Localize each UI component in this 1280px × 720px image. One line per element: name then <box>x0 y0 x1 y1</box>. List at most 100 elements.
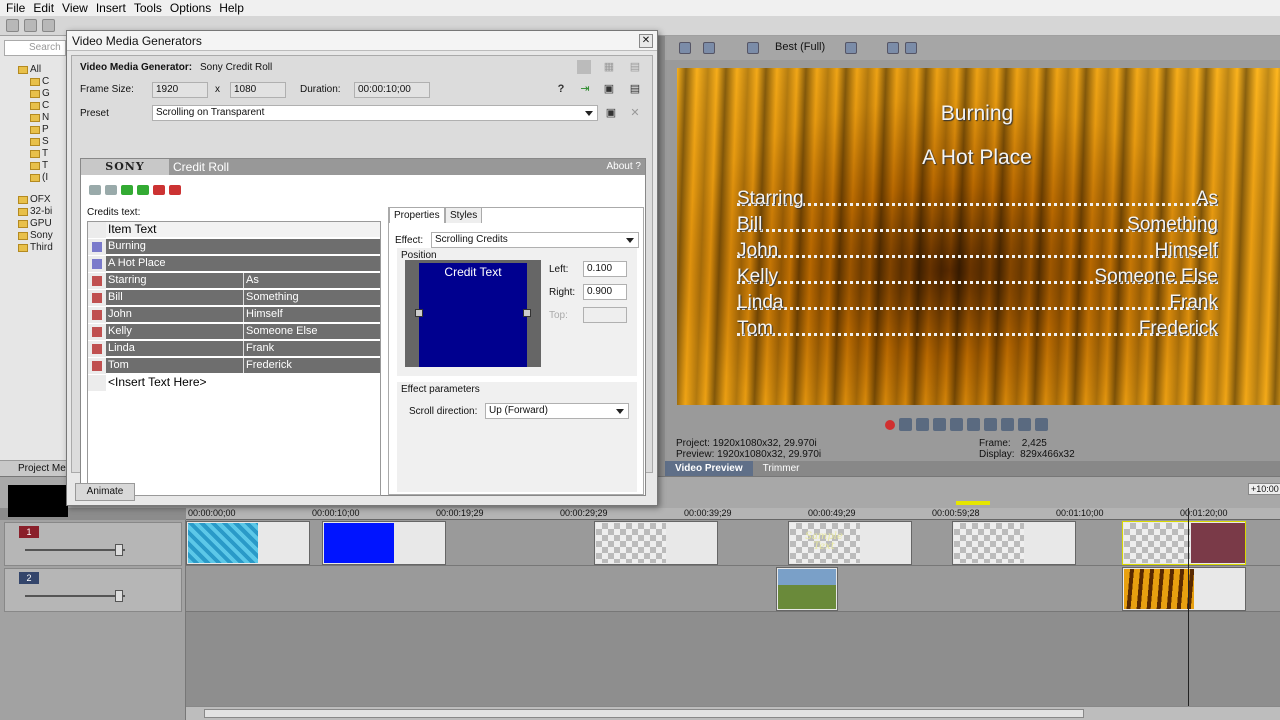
split-screen-icon[interactable] <box>747 42 759 54</box>
copy-snapshot-icon[interactable] <box>887 42 899 54</box>
tree-item[interactable]: C <box>30 76 49 87</box>
credit-row[interactable]: Bill Something <box>88 290 380 306</box>
play-from-start-icon[interactable] <box>916 418 929 431</box>
stop-icon[interactable] <box>967 418 980 431</box>
tree-item[interactable]: N <box>30 112 49 123</box>
credit-cell[interactable]: Burning <box>106 239 380 254</box>
credit-cell[interactable]: Starring <box>106 273 244 288</box>
open-icon[interactable] <box>24 19 37 32</box>
timeline-horizontal-scrollbar[interactable] <box>186 706 1280 720</box>
tree-item[interactable]: All <box>18 64 41 75</box>
go-to-end-icon[interactable] <box>1001 418 1014 431</box>
preview-quality-select[interactable]: Best (Full) <box>775 41 825 53</box>
credit-cell[interactable]: Linda <box>106 341 244 356</box>
new-project-icon[interactable] <box>6 19 19 32</box>
help-icon[interactable]: ? <box>554 82 568 96</box>
credit-row[interactable]: Linda Frank <box>88 341 380 357</box>
timeline-clip[interactable] <box>594 521 718 565</box>
tree-item[interactable]: C <box>30 100 49 111</box>
track-header-video-2[interactable]: 2 <box>4 568 182 612</box>
window-icon[interactable]: ▤ <box>628 60 642 74</box>
tab-trimmer[interactable]: Trimmer <box>753 461 810 476</box>
move-up-icon[interactable] <box>121 185 133 195</box>
right-handle[interactable] <box>523 309 531 317</box>
timeline-clip-selected[interactable] <box>1122 521 1246 565</box>
close-icon[interactable]: ✕ <box>639 34 653 48</box>
left-handle[interactable] <box>415 309 423 317</box>
window-icon[interactable]: ▤ <box>628 82 642 96</box>
credit-row[interactable]: Kelly Someone Else <box>88 324 380 340</box>
import-icon[interactable] <box>153 185 165 195</box>
menu-insert[interactable]: Insert <box>92 1 130 15</box>
right-field[interactable]: 0.900 <box>583 284 627 300</box>
overlays-icon[interactable] <box>845 42 857 54</box>
tree-item[interactable]: Third <box>18 242 53 253</box>
go-to-start-icon[interactable] <box>984 418 997 431</box>
move-down-icon[interactable] <box>137 185 149 195</box>
next-frame-icon[interactable] <box>1035 418 1048 431</box>
chain-icon[interactable]: ▦ <box>602 60 616 74</box>
tree-item[interactable]: T <box>30 148 48 159</box>
save-preset-icon[interactable]: ▣ <box>602 82 616 96</box>
about-button[interactable]: About ? <box>607 161 641 172</box>
credit-row[interactable]: Burning <box>88 239 380 255</box>
tree-item[interactable]: G <box>30 88 50 99</box>
menu-file[interactable]: File <box>2 1 29 15</box>
timeline-clip[interactable] <box>952 521 1076 565</box>
record-icon[interactable] <box>885 420 895 430</box>
tree-item[interactable]: 32-bi <box>18 206 52 217</box>
timeline-clip[interactable] <box>776 567 838 611</box>
duration-field[interactable]: 00:00:10;00 <box>354 82 430 98</box>
tab-project-media[interactable]: Project Me <box>0 460 70 476</box>
menu-edit[interactable]: Edit <box>29 1 58 15</box>
preview-settings-icon[interactable] <box>679 42 691 54</box>
credit-row[interactable]: Starring As <box>88 273 380 289</box>
menu-tools[interactable]: Tools <box>130 1 166 15</box>
timeline-clip[interactable] <box>322 521 446 565</box>
credit-row[interactable]: A Hot Place <box>88 256 380 272</box>
tree-item[interactable]: (I <box>30 172 48 183</box>
explorer-search-input[interactable]: Search <box>4 40 66 56</box>
credit-cell[interactable]: Frederick <box>244 358 380 373</box>
scrollbar-thumb[interactable] <box>204 709 1084 718</box>
level-slider[interactable] <box>25 549 125 551</box>
slider-handle[interactable] <box>115 544 123 556</box>
left-field[interactable]: 0.100 <box>583 261 627 277</box>
effect-select[interactable]: Scrolling Credits <box>431 232 639 248</box>
tree-item[interactable]: P <box>30 124 49 135</box>
frame-height-field[interactable]: 1080 <box>230 82 286 98</box>
credit-cell[interactable]: Himself <box>244 307 380 322</box>
credit-cell[interactable]: Frank <box>244 341 380 356</box>
tree-item[interactable]: T <box>30 160 48 171</box>
position-editor[interactable]: Credit Text <box>405 260 541 367</box>
play-icon[interactable] <box>933 418 946 431</box>
tab-styles[interactable]: Styles <box>445 207 483 223</box>
timeline-ruler[interactable]: 00:00:00;00 00:00:10;00 00:00:19;29 00:0… <box>186 508 1280 520</box>
loop-region[interactable] <box>956 501 990 505</box>
save-icon[interactable] <box>42 19 55 32</box>
credit-cell[interactable]: Kelly <box>106 324 244 339</box>
preset-select[interactable]: Scrolling on Transparent <box>152 105 598 121</box>
save-snapshot-icon[interactable] <box>905 42 917 54</box>
timeline-clip[interactable] <box>186 521 310 565</box>
credit-cell[interactable]: Bill <box>106 290 244 305</box>
credit-row[interactable]: Tom Frederick <box>88 358 380 374</box>
scroll-direction-select[interactable]: Up (Forward) <box>485 403 629 419</box>
save-icon[interactable]: ▣ <box>604 106 618 120</box>
tree-item[interactable]: S <box>30 136 49 147</box>
track-header-video-1[interactable]: 1 <box>4 522 182 566</box>
loop-icon[interactable] <box>899 418 912 431</box>
export-icon[interactable] <box>169 185 181 195</box>
tree-item[interactable]: GPU <box>18 218 52 229</box>
timeline-clip[interactable]: Sample Text <box>788 521 912 565</box>
grid-icon[interactable] <box>577 60 591 74</box>
frame-width-field[interactable]: 1920 <box>152 82 208 98</box>
credit-cell[interactable]: Tom <box>106 358 244 373</box>
credit-cell[interactable]: Someone Else <box>244 324 380 339</box>
timeline-clip[interactable] <box>1122 567 1246 611</box>
menu-view[interactable]: View <box>58 1 92 15</box>
credit-cell[interactable]: As <box>244 273 380 288</box>
playhead-cursor[interactable] <box>1188 508 1189 708</box>
menu-help[interactable]: Help <box>215 1 248 15</box>
menu-options[interactable]: Options <box>166 1 215 15</box>
